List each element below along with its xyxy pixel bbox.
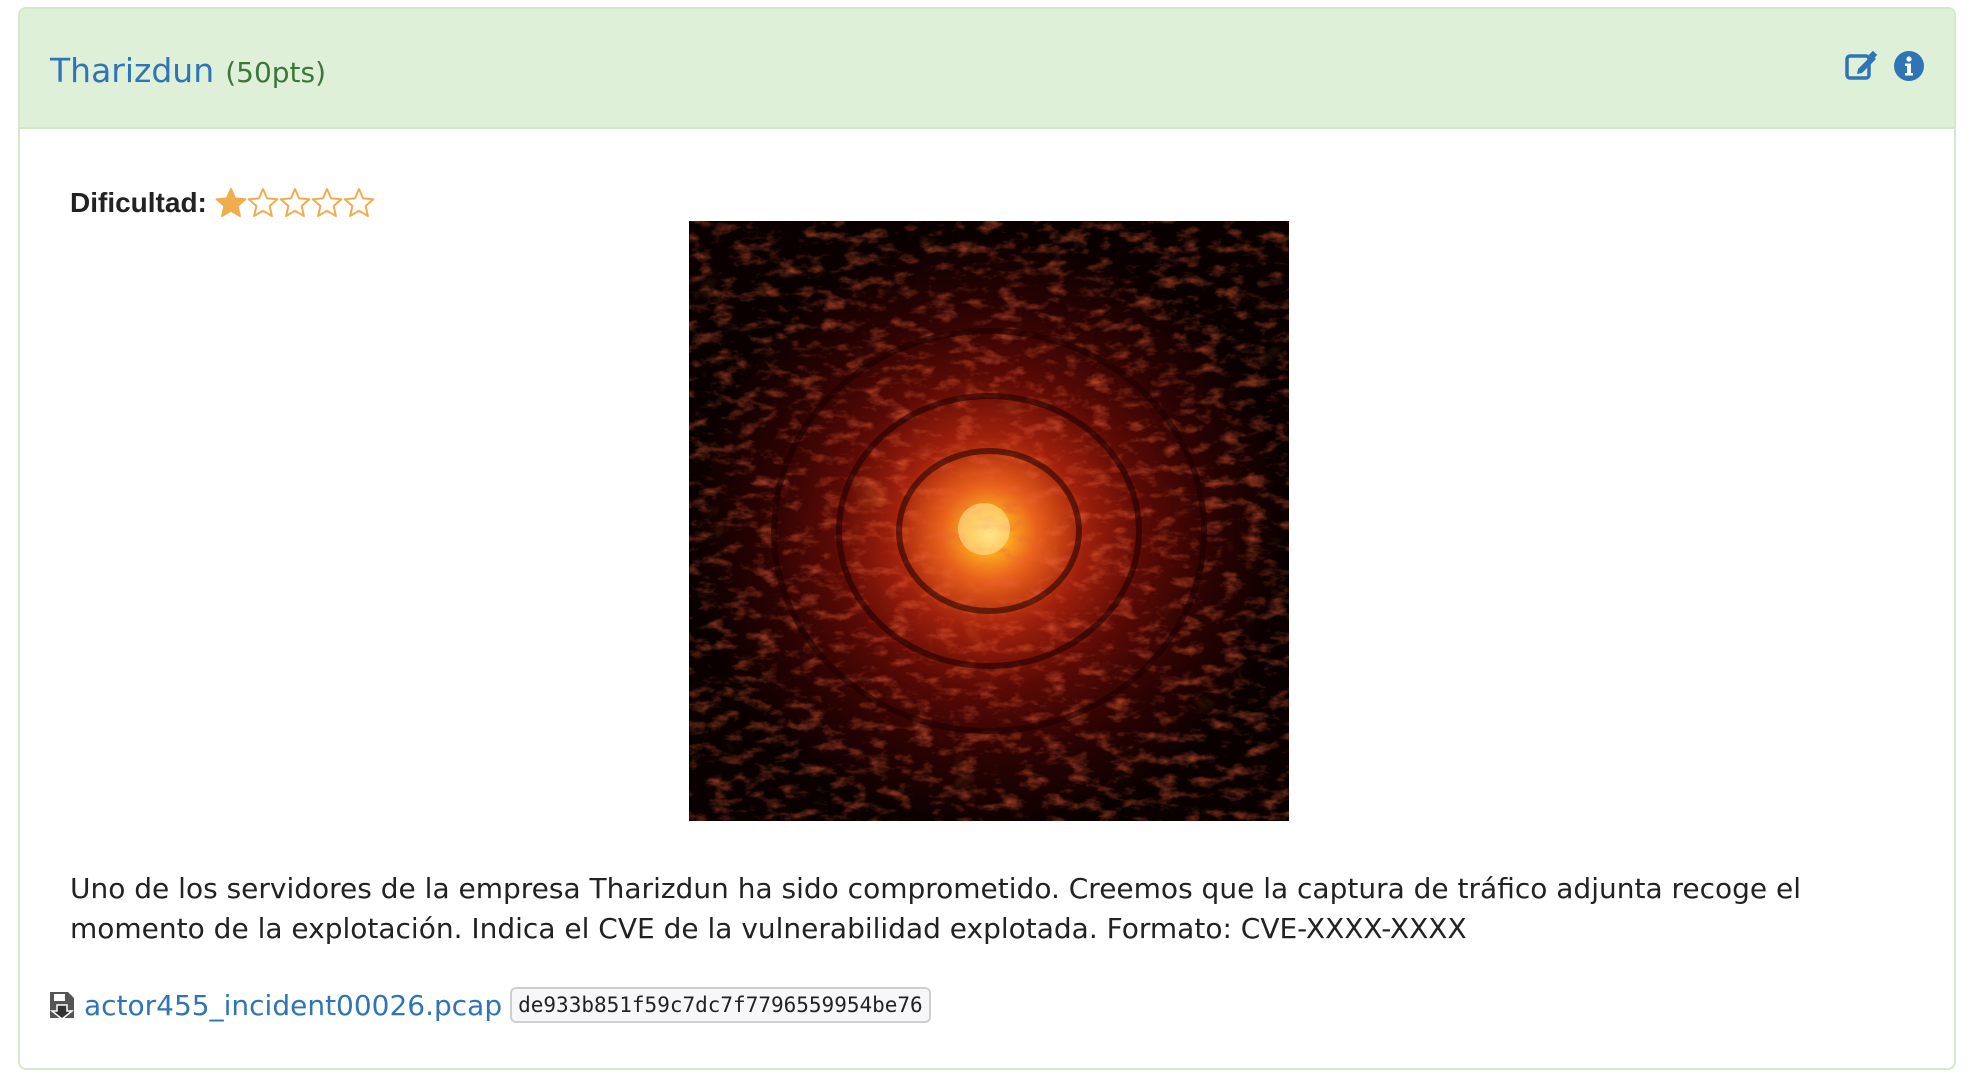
difficulty-row: Dificultad: [70, 187, 375, 219]
star-empty-icon [247, 188, 279, 217]
challenge-title[interactable]: Tharizdun [50, 51, 214, 90]
star-filled-icon [215, 188, 247, 217]
challenge-description: Uno de los servidores de la empresa Thar… [70, 872, 1802, 945]
challenge-points: (50pts) [225, 56, 327, 89]
header-icons [1844, 49, 1926, 83]
info-icon[interactable] [1892, 49, 1926, 83]
edit-icon[interactable] [1844, 49, 1878, 83]
attachment-link[interactable]: actor455_incident00026.pcap [84, 989, 502, 1022]
download-file-icon [49, 992, 75, 1020]
attachment-hash: de933b851f59c7dc7f7796559954be76 [510, 987, 931, 1023]
star-empty-icon [311, 188, 343, 217]
challenge-image [689, 221, 1289, 821]
challenge-heading: Tharizdun (50pts) [50, 51, 326, 90]
attachment-row: actor455_incident00026.pcap de933b851f59… [48, 987, 931, 1023]
panel-header: Tharizdun (50pts) [20, 9, 1954, 129]
difficulty-label: Dificultad: [70, 187, 207, 218]
star-empty-icon [279, 188, 311, 217]
difficulty-stars [215, 187, 375, 219]
star-empty-icon [343, 188, 375, 217]
challenge-panel: Tharizdun (50pts) Dificultad: Uno de los… [18, 7, 1956, 1070]
